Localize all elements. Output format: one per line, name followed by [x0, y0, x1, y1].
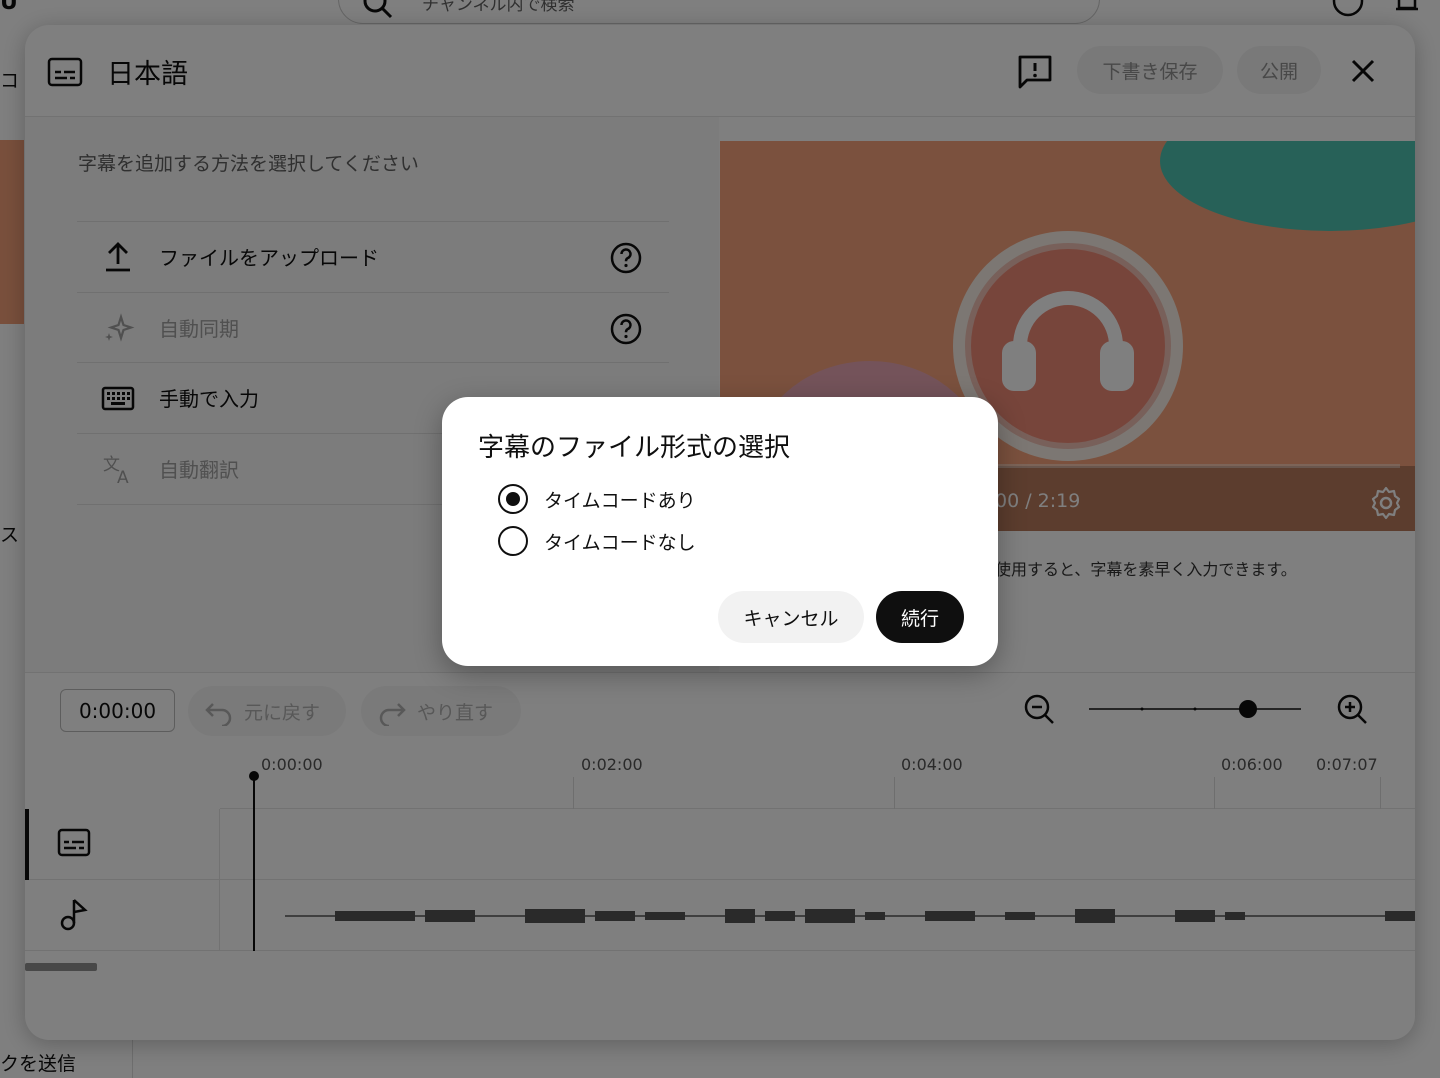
continue-button[interactable]: 続行 [876, 591, 964, 643]
radio-button-unchecked[interactable] [498, 526, 528, 556]
cancel-button[interactable]: キャンセル [718, 591, 864, 643]
caption-format-dialog: 字幕のファイル形式の選択 タイムコードあり タイムコードなし キャンセル 続行 [442, 397, 998, 666]
radio-label: タイムコードなし [544, 531, 696, 554]
radio-with-timecode[interactable]: タイムコードあり [498, 482, 696, 516]
radio-label: タイムコードあり [544, 489, 696, 512]
radio-button-checked[interactable] [498, 484, 528, 514]
radio-without-timecode[interactable]: タイムコードなし [498, 524, 696, 558]
dialog-title: 字幕のファイル形式の選択 [478, 433, 791, 463]
